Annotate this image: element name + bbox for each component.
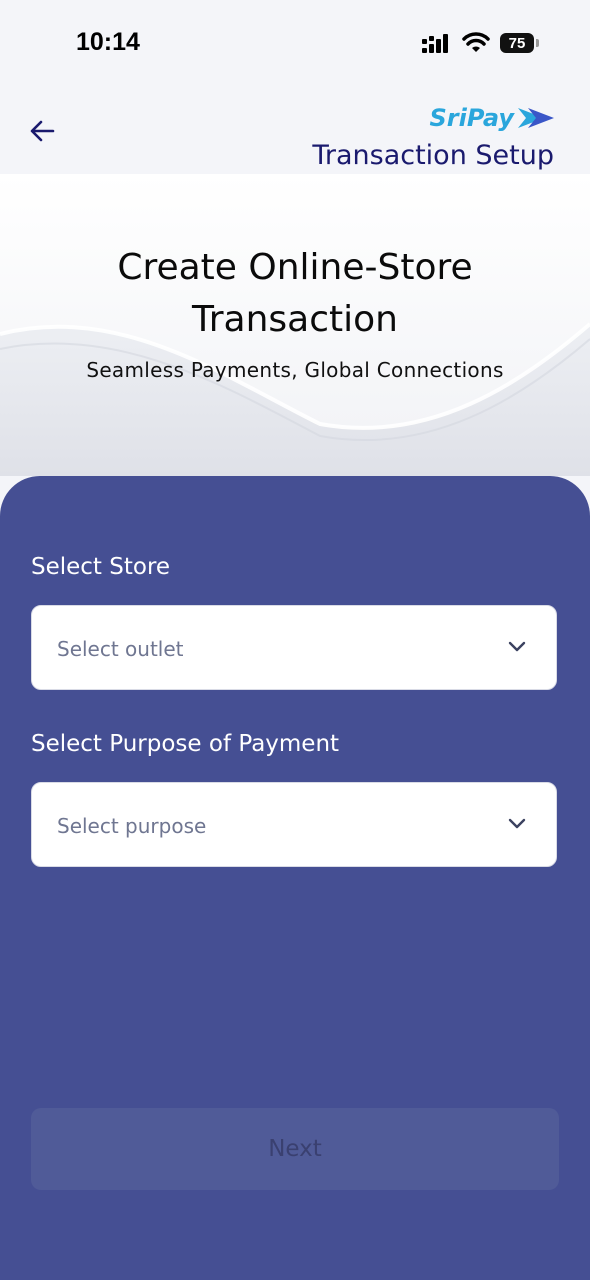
hero-banner: Create Online-Store Transaction Seamless… bbox=[0, 174, 590, 476]
hero-title: Create Online-Store Transaction bbox=[0, 242, 590, 346]
battery-icon: 75 bbox=[500, 33, 534, 53]
brand-logo: SriPay bbox=[429, 104, 554, 132]
page-title: Transaction Setup bbox=[312, 140, 554, 171]
hero-subtitle: Seamless Payments, Global Connections bbox=[86, 358, 504, 382]
cellular-signal-icon bbox=[422, 34, 448, 53]
battery-tip bbox=[536, 39, 539, 47]
status-time: 10:14 bbox=[76, 28, 140, 56]
wifi-icon bbox=[462, 32, 490, 52]
status-bar: 10:14 75 bbox=[0, 0, 590, 90]
store-select[interactable]: Select outlet bbox=[31, 605, 557, 690]
hero-title-line1: Create Online-Store bbox=[117, 247, 473, 288]
purpose-label: Select Purpose of Payment bbox=[31, 731, 340, 757]
brand-name: SriPay bbox=[429, 104, 514, 132]
purpose-select[interactable]: Select purpose bbox=[31, 782, 557, 867]
store-label: Select Store bbox=[31, 554, 171, 580]
hero-title-line2: Transaction bbox=[192, 299, 398, 340]
battery-level: 75 bbox=[508, 34, 526, 52]
chevron-down-icon bbox=[508, 641, 526, 652]
purpose-select-placeholder: Select purpose bbox=[57, 814, 207, 838]
back-arrow-icon[interactable] bbox=[28, 116, 58, 146]
brand-arrow-icon bbox=[518, 108, 554, 128]
chevron-down-icon bbox=[508, 818, 526, 829]
store-select-placeholder: Select outlet bbox=[57, 637, 184, 661]
next-button[interactable]: Next bbox=[31, 1108, 559, 1190]
